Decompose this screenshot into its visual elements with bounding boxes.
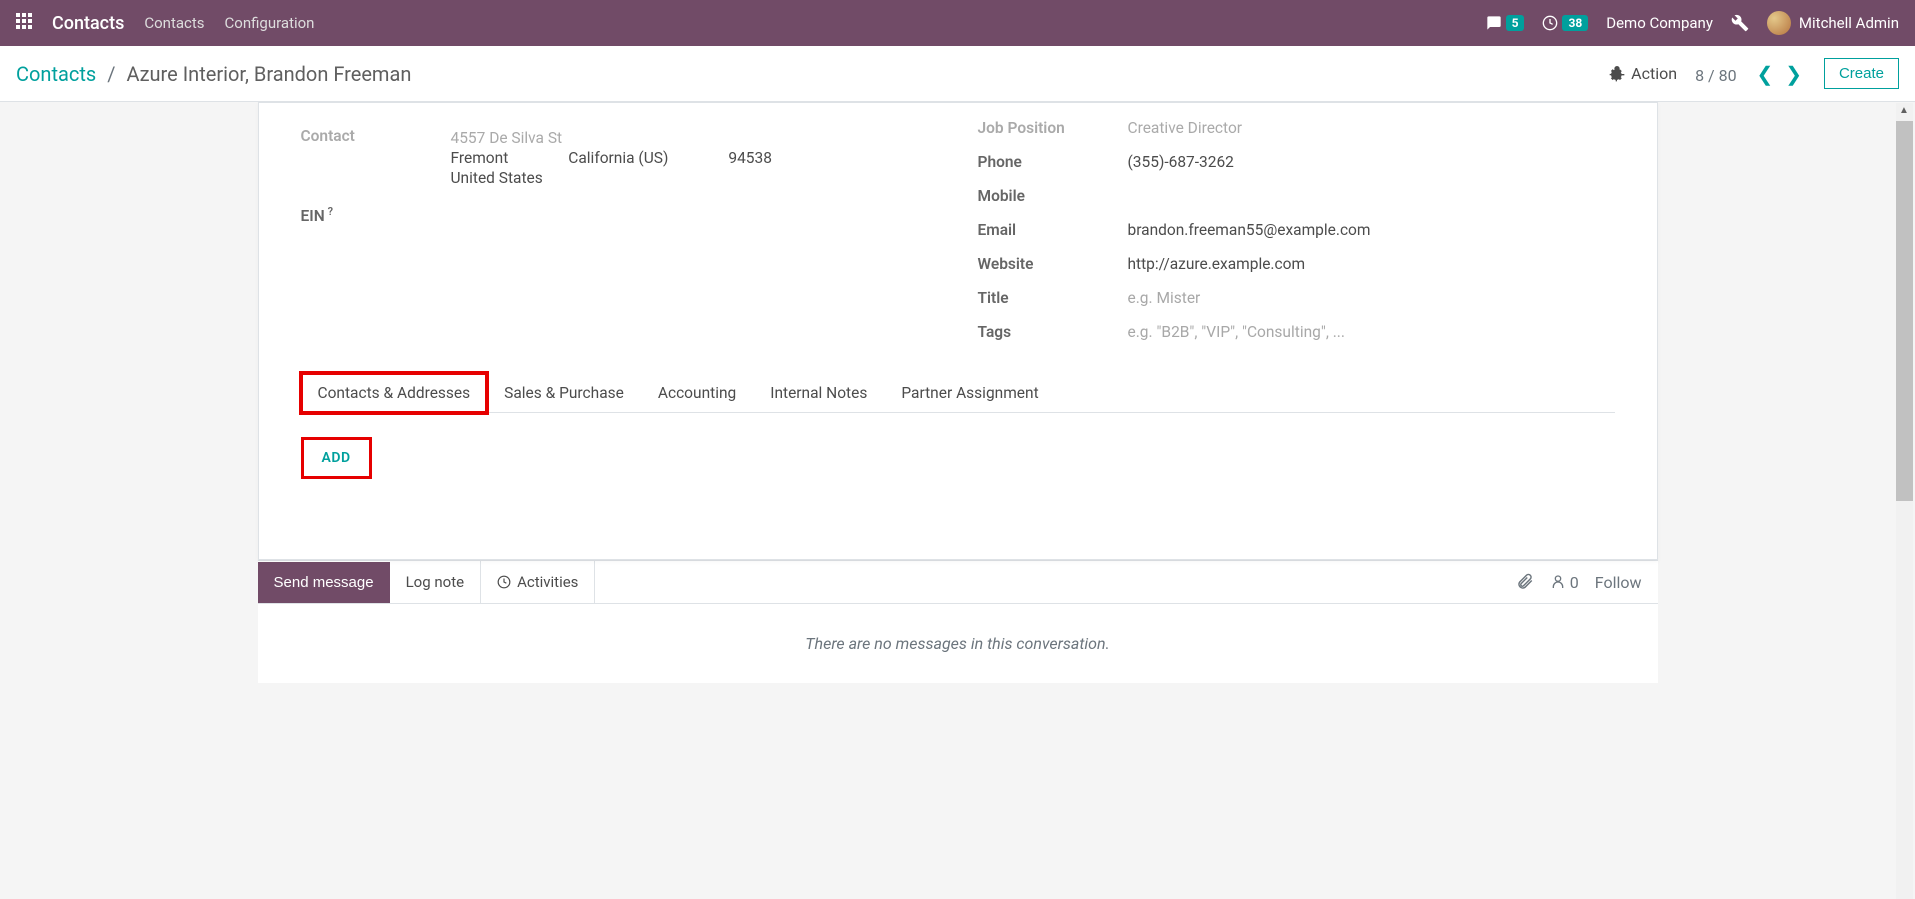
- phone-field[interactable]: (355)-687-3262: [1128, 153, 1615, 171]
- contact-label: Contact: [301, 127, 451, 189]
- user-name: Mitchell Admin: [1799, 14, 1899, 32]
- tabs: Contacts & Addresses Sales & Purchase Ac…: [301, 373, 1615, 413]
- activities-label: Activities: [517, 573, 578, 591]
- address-street: 4557 De Silva St: [451, 127, 938, 149]
- address-country: United States: [451, 167, 938, 189]
- ein-field[interactable]: [451, 205, 938, 225]
- activities-button[interactable]: Activities: [481, 561, 595, 603]
- messages-badge: 5: [1506, 15, 1525, 31]
- title-label: Title: [978, 289, 1128, 307]
- mobile-field[interactable]: [1128, 187, 1615, 205]
- tags-label: Tags: [978, 323, 1128, 341]
- company-switcher[interactable]: Demo Company: [1606, 14, 1713, 32]
- breadcrumb-separator: /: [107, 62, 115, 86]
- tab-internal-notes[interactable]: Internal Notes: [753, 373, 884, 413]
- scroll-up-icon[interactable]: ▲: [1899, 105, 1909, 116]
- follow-button[interactable]: Follow: [1595, 573, 1642, 592]
- pager-next-icon[interactable]: ❯: [1781, 62, 1806, 86]
- action-dropdown[interactable]: Action: [1609, 64, 1677, 83]
- attachments-button[interactable]: [1516, 573, 1534, 591]
- tags-field[interactable]: e.g. "B2B", "VIP", "Consulting", ...: [1128, 323, 1615, 341]
- log-note-button[interactable]: Log note: [390, 561, 481, 603]
- pager: 8 / 80 ❮ ❯: [1695, 62, 1806, 86]
- tab-contacts-addresses[interactable]: Contacts & Addresses: [301, 373, 488, 413]
- create-button[interactable]: Create: [1824, 58, 1899, 89]
- email-field[interactable]: brandon.freeman55@example.com: [1128, 221, 1615, 239]
- send-message-button[interactable]: Send message: [258, 562, 390, 603]
- messages-indicator[interactable]: 5: [1486, 15, 1525, 31]
- chatter: Send message Log note Activities 0 Follo…: [258, 560, 1658, 683]
- ein-label: EIN?: [301, 205, 451, 225]
- menu-contacts[interactable]: Contacts: [144, 14, 204, 32]
- phone-label: Phone: [978, 153, 1128, 171]
- menu-configuration[interactable]: Configuration: [225, 14, 315, 32]
- breadcrumb-current: Azure Interior, Brandon Freeman: [126, 62, 411, 86]
- breadcrumb: Contacts / Azure Interior, Brandon Freem…: [16, 62, 411, 86]
- topbar: Contacts Contacts Configuration 5 38 Dem…: [0, 0, 1915, 46]
- apps-icon[interactable]: [16, 13, 32, 33]
- website-field[interactable]: http://azure.example.com: [1128, 255, 1615, 273]
- tab-accounting[interactable]: Accounting: [641, 373, 753, 413]
- tab-partner-assignment[interactable]: Partner Assignment: [884, 373, 1055, 413]
- ein-help-icon[interactable]: ?: [328, 205, 333, 218]
- address-zip: 94538: [728, 149, 772, 167]
- followers-count: 0: [1570, 573, 1579, 592]
- add-highlight: ADD: [301, 437, 372, 479]
- address-block[interactable]: 4557 De Silva St Fremont California (US)…: [451, 127, 938, 189]
- form-sheet: Contact 4557 De Silva St Fremont Califor…: [258, 102, 1658, 560]
- activities-badge: 38: [1562, 15, 1588, 31]
- user-menu[interactable]: Mitchell Admin: [1767, 11, 1899, 35]
- action-label: Action: [1631, 64, 1677, 83]
- breadcrumb-root[interactable]: Contacts: [16, 62, 96, 86]
- scroll-thumb[interactable]: [1896, 121, 1913, 501]
- debug-icon[interactable]: [1731, 14, 1749, 32]
- followers-button[interactable]: 0: [1550, 573, 1579, 592]
- no-messages-text: There are no messages in this conversati…: [258, 604, 1658, 683]
- address-state: California (US): [568, 149, 668, 167]
- add-button[interactable]: ADD: [312, 444, 361, 472]
- job-position-label: Job Position: [978, 119, 1128, 137]
- activities-indicator[interactable]: 38: [1542, 15, 1588, 31]
- pager-counter[interactable]: 8 / 80: [1695, 66, 1737, 85]
- address-city: Fremont: [451, 149, 509, 167]
- website-label: Website: [978, 255, 1128, 273]
- tab-sales-purchase[interactable]: Sales & Purchase: [487, 373, 641, 413]
- pager-prev-icon[interactable]: ❮: [1752, 62, 1777, 86]
- avatar-icon: [1767, 11, 1791, 35]
- tab-content: ADD: [259, 413, 1657, 559]
- scrollbar[interactable]: ▲: [1896, 103, 1913, 899]
- mobile-label: Mobile: [978, 187, 1128, 205]
- job-position-field[interactable]: Creative Director: [1128, 119, 1615, 137]
- app-title[interactable]: Contacts: [52, 13, 124, 34]
- subbar: Contacts / Azure Interior, Brandon Freem…: [0, 46, 1915, 102]
- email-label: Email: [978, 221, 1128, 239]
- title-field[interactable]: e.g. Mister: [1128, 289, 1615, 307]
